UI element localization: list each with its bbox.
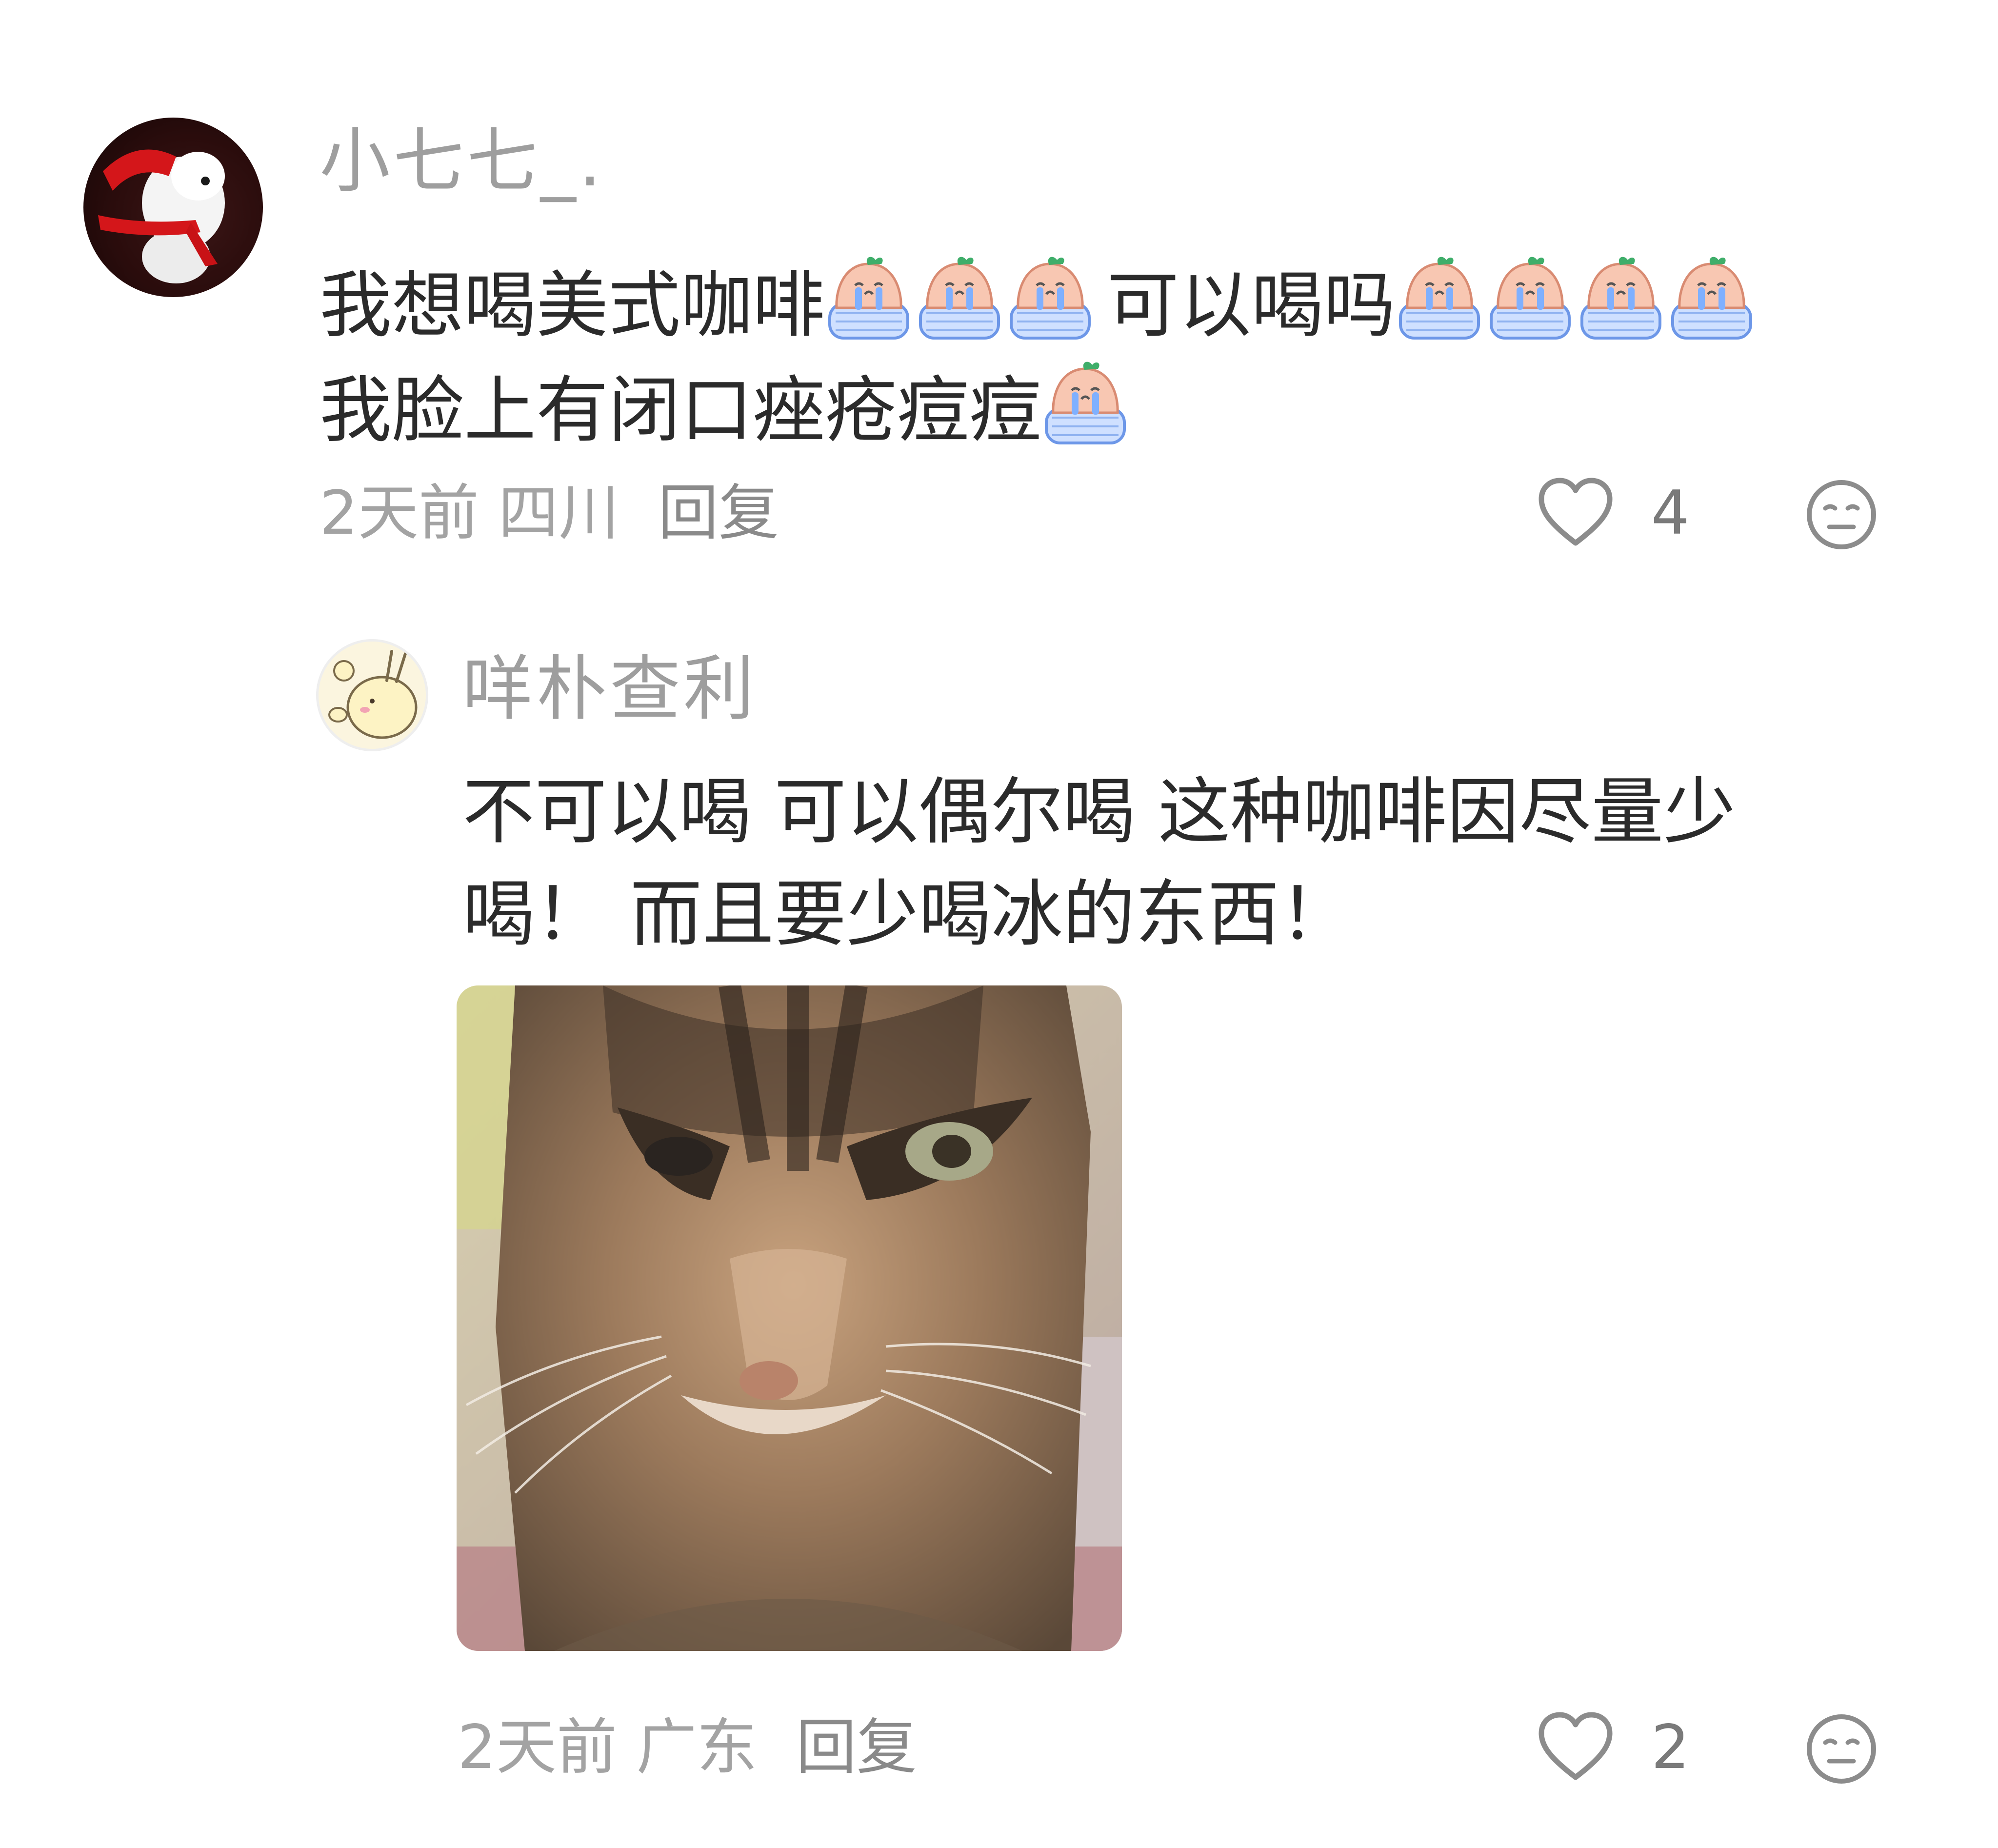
comment-time: 2天前	[320, 478, 479, 548]
heart-outline-icon	[1538, 478, 1613, 546]
comment-time: 2天前	[458, 1712, 617, 1783]
comment-text: 喝！ 而且要少喝冰的东西！	[462, 872, 1352, 956]
meh-face-icon	[1807, 480, 1876, 549]
comment-text: 我想喝美式咖啡	[320, 263, 825, 347]
reply-button[interactable]: 回复	[796, 1712, 917, 1783]
avatar[interactable]	[316, 639, 428, 751]
comment-text: 不可以喝 可以偶尔喝 这种咖啡因尽量少	[462, 770, 1736, 854]
crying-peach-emoji	[1486, 255, 1574, 341]
comment-image[interactable]	[457, 985, 1122, 1651]
crying-peach-emoji	[1577, 255, 1665, 341]
comment-meta: 2天前 广东 回复	[458, 1717, 917, 1778]
comment-username[interactable]: 咩朴查利	[462, 654, 757, 724]
comment-text: 可以喝吗	[1107, 263, 1396, 347]
comment-text-line: 我脸上有闭口痤疮痘痘	[320, 360, 1132, 446]
comment-username[interactable]: 小七七_.	[320, 126, 604, 197]
like-count: 4	[1651, 478, 1690, 548]
dislike-button[interactable]	[1805, 1712, 1878, 1788]
crying-peach-emoji	[916, 255, 1003, 341]
dislike-button[interactable]	[1805, 478, 1878, 553]
comment-location: 广东	[636, 1712, 758, 1783]
comment-location: 四川	[498, 478, 619, 548]
comment-text: 我脸上有闭口痤疮痘痘	[320, 368, 1041, 452]
comment-text-line: 我想喝美式咖啡 可以喝吗	[320, 255, 1758, 341]
heart-outline-icon	[1538, 1712, 1613, 1780]
like-button[interactable]	[1537, 476, 1615, 551]
like-button[interactable]	[1537, 1710, 1615, 1785]
crying-peach-emoji	[825, 255, 913, 341]
cat-photo	[457, 985, 1122, 1651]
crying-peach-emoji	[1041, 360, 1129, 446]
reply-button[interactable]: 回复	[658, 478, 779, 548]
meh-face-icon	[1807, 1714, 1876, 1784]
crying-peach-emoji	[1668, 255, 1756, 341]
like-count: 2	[1651, 1712, 1690, 1783]
crying-peach-emoji	[1006, 255, 1094, 341]
avatar[interactable]	[83, 118, 263, 297]
comment-meta: 2天前 四川 回复	[320, 483, 779, 543]
crying-peach-emoji	[1396, 255, 1483, 341]
